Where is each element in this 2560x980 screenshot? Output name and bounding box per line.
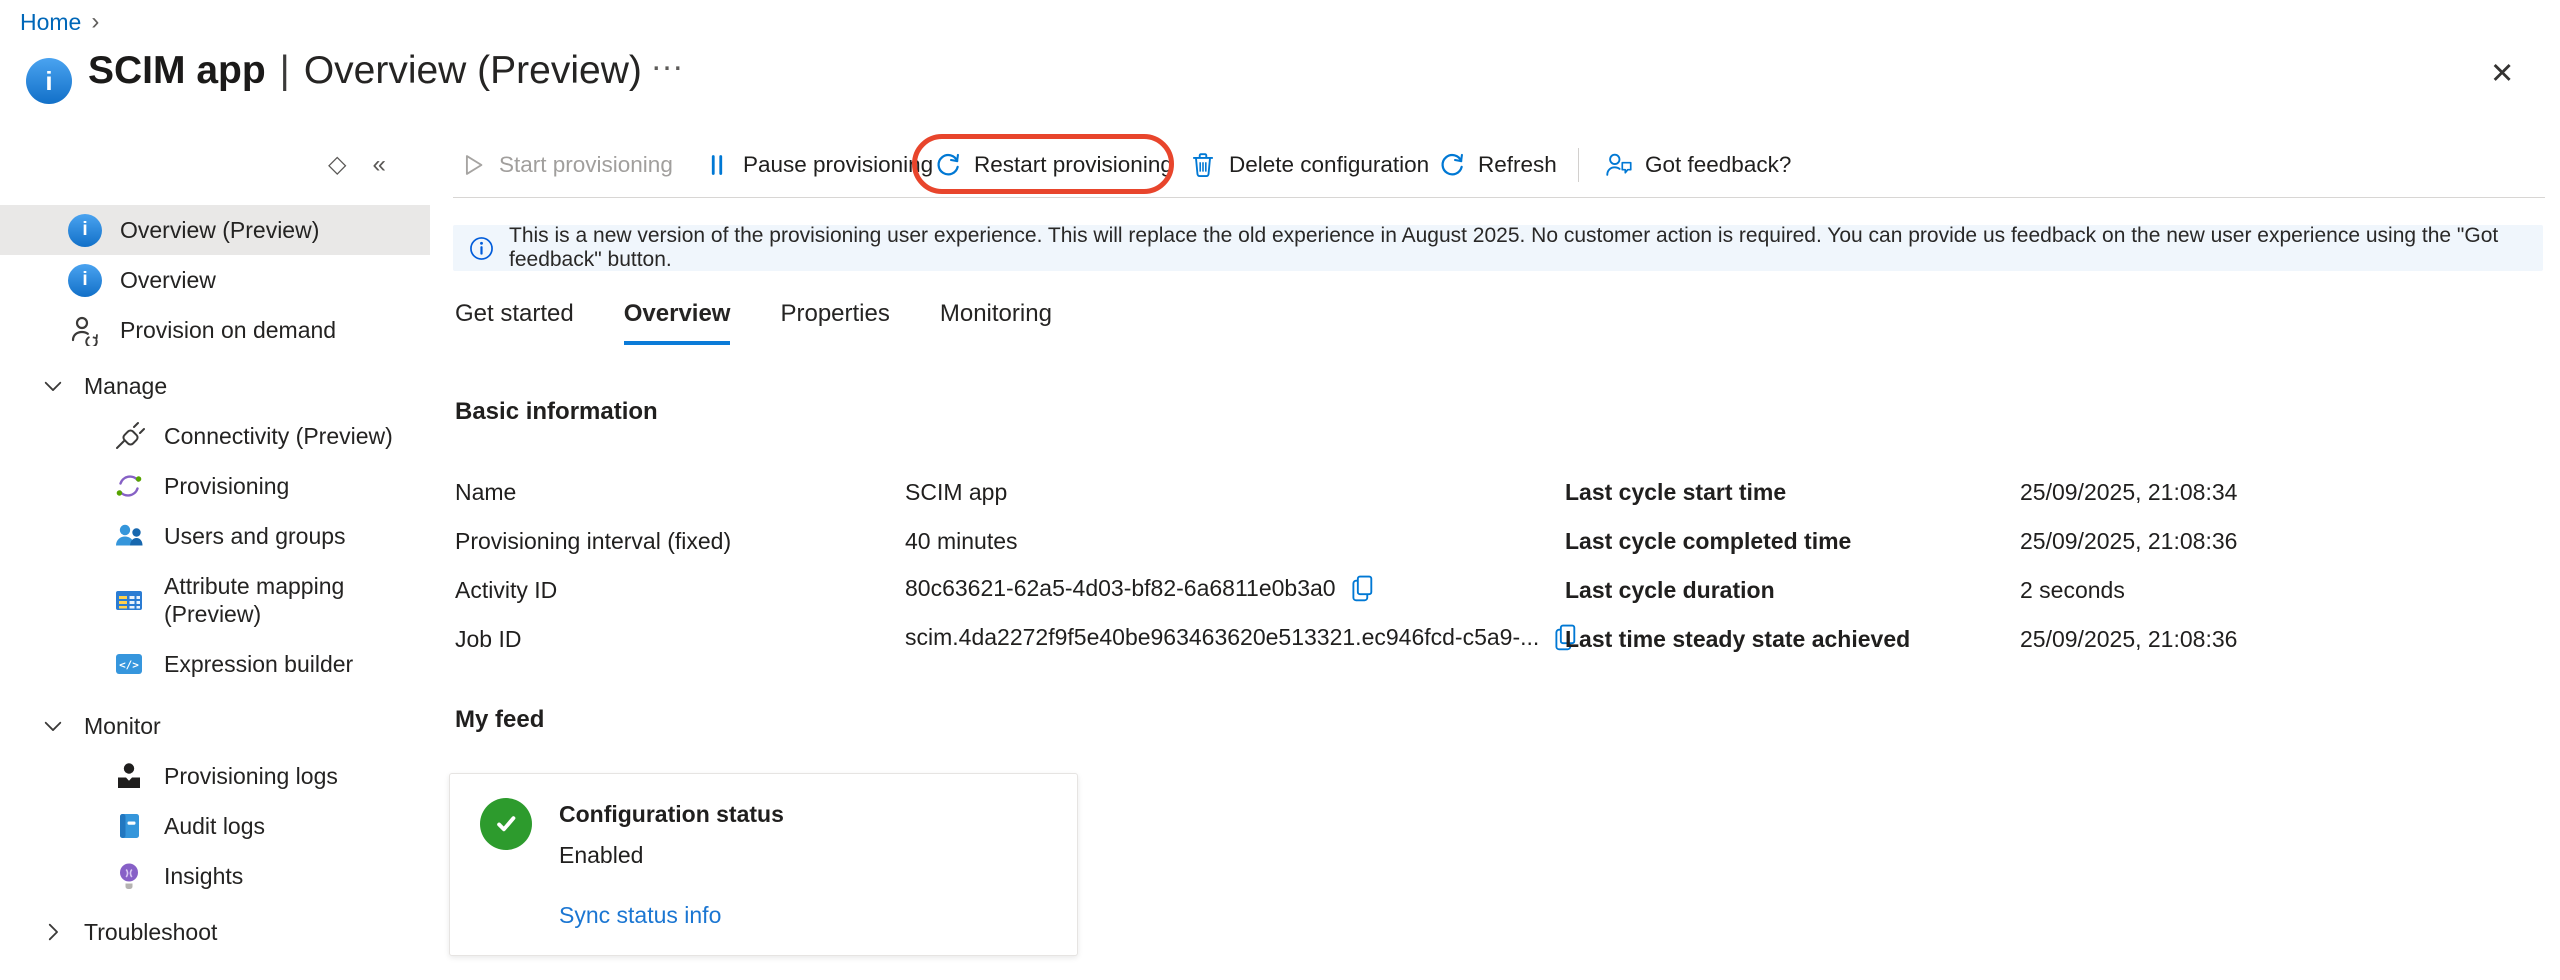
info-icon xyxy=(468,235,495,262)
banner-text: This is a new version of the provisionin… xyxy=(509,224,2543,272)
people-icon xyxy=(112,519,146,553)
info-icon: i xyxy=(68,214,102,247)
info-icon: i xyxy=(68,264,102,297)
plug-icon xyxy=(112,419,146,453)
basic-information-grid: Name SCIM app Provisioning interval (fix… xyxy=(455,479,2555,679)
restart-icon xyxy=(933,150,963,180)
svg-text:</>: </> xyxy=(119,659,139,672)
sidebar-item-attribute-mapping[interactable]: Attribute mapping (Preview) xyxy=(0,561,430,639)
sidebar-group-manage[interactable]: Manage xyxy=(0,361,430,411)
trash-icon xyxy=(1188,150,1218,180)
sidebar-controls: ◇ « xyxy=(328,150,386,179)
sidebar-item-audit-logs[interactable]: Audit logs xyxy=(0,801,430,851)
field-label: Last time steady state achieved xyxy=(1565,626,1910,653)
chevron-down-icon xyxy=(40,369,66,403)
my-feed-heading: My feed xyxy=(455,706,544,734)
breadcrumb: Home › xyxy=(20,8,99,36)
restart-provisioning-button[interactable]: Restart provisioning xyxy=(933,136,1173,194)
field-label: Provisioning interval (fixed) xyxy=(455,528,731,555)
field-value: scim.4da2272f9f5e40be963463620e513321.ec… xyxy=(905,624,1539,651)
pause-icon xyxy=(702,150,732,180)
field-value: 40 minutes xyxy=(905,528,1018,555)
info-banner: This is a new version of the provisionin… xyxy=(453,225,2543,271)
field-label: Last cycle completed time xyxy=(1565,528,1851,555)
field-value: 2 seconds xyxy=(2020,577,2125,604)
field-value: 25/09/2025, 21:08:36 xyxy=(2020,528,2237,555)
field-value: 80c63621-62a5-4d03-bf82-6a6811e0b3a0 xyxy=(905,575,1336,602)
sidebar-item-overview[interactable]: i Overview xyxy=(0,255,430,305)
sidebar-item-provisioning-logs[interactable]: Provisioning logs xyxy=(0,751,430,801)
field-value: 25/09/2025, 21:08:36 xyxy=(2020,626,2237,653)
refresh-button[interactable]: Refresh xyxy=(1437,136,1557,194)
delete-configuration-button[interactable]: Delete configuration xyxy=(1188,136,1429,194)
resize-menu-icon[interactable]: ◇ xyxy=(328,150,346,179)
tab-bar: Get started Overview Properties Monitori… xyxy=(455,300,1052,345)
field-label: Job ID xyxy=(455,626,521,653)
refresh-icon xyxy=(1437,150,1467,180)
status-value: Enabled xyxy=(559,842,643,869)
copy-icon[interactable] xyxy=(1349,574,1376,603)
sidebar-item-overview-preview[interactable]: i Overview (Preview) xyxy=(0,205,430,255)
play-icon xyxy=(458,150,488,180)
more-options-button[interactable]: … xyxy=(650,40,686,79)
field-value-group: scim.4da2272f9f5e40be963463620e513321.ec… xyxy=(905,623,1579,652)
app-info-icon: i xyxy=(26,58,72,104)
card-title: Configuration status xyxy=(559,801,784,828)
field-label: Last cycle duration xyxy=(1565,577,1775,604)
field-label: Activity ID xyxy=(455,577,557,604)
field-label: Last cycle start time xyxy=(1565,479,1786,506)
sidebar-group-monitor[interactable]: Monitor xyxy=(0,701,430,751)
tab-overview[interactable]: Overview xyxy=(624,300,731,345)
configuration-status-card: Configuration status Enabled Sync status… xyxy=(449,773,1078,956)
sidebar-item-provision-on-demand[interactable]: Provision on demand xyxy=(0,305,430,355)
sidebar-group-troubleshoot[interactable]: Troubleshoot xyxy=(0,907,430,957)
tab-properties[interactable]: Properties xyxy=(780,300,889,345)
breadcrumb-chevron-icon: › xyxy=(91,8,99,36)
table-icon xyxy=(112,583,146,617)
field-label: Name xyxy=(455,479,516,506)
success-check-icon xyxy=(480,798,532,850)
code-icon: </> xyxy=(112,647,146,681)
sync-cycle-icon xyxy=(112,469,146,503)
breadcrumb-home-link[interactable]: Home xyxy=(20,9,81,36)
page-title-text: Overview (Preview) xyxy=(304,49,642,92)
tab-monitoring[interactable]: Monitoring xyxy=(940,300,1052,345)
collapse-menu-icon[interactable]: « xyxy=(372,151,385,179)
sidebar-item-connectivity[interactable]: Connectivity (Preview) xyxy=(0,411,430,461)
sidebar-item-users-and-groups[interactable]: Users and groups xyxy=(0,511,430,561)
pause-provisioning-button[interactable]: Pause provisioning xyxy=(702,136,933,194)
page-title: SCIM app | Overview (Preview) xyxy=(88,46,642,96)
got-feedback-button[interactable]: Got feedback? xyxy=(1604,136,1791,194)
sidebar-item-expression-builder[interactable]: </> Expression builder xyxy=(0,639,430,689)
toolbar-separator xyxy=(1578,148,1579,182)
toolbar-divider xyxy=(453,197,2545,198)
title-separator: | xyxy=(280,49,290,92)
sidebar-item-provisioning[interactable]: Provisioning xyxy=(0,461,430,511)
person-sync-icon xyxy=(68,313,102,347)
feedback-icon xyxy=(1604,150,1634,180)
app-name: SCIM app xyxy=(88,49,266,92)
field-value: SCIM app xyxy=(905,479,1007,506)
lightbulb-icon xyxy=(112,859,146,893)
notebook-icon xyxy=(112,809,146,843)
sidebar-menu: i Overview (Preview) i Overview Provisio… xyxy=(0,205,430,957)
close-icon[interactable]: ✕ xyxy=(2490,56,2514,91)
sidebar-item-insights[interactable]: Insights xyxy=(0,851,430,901)
tab-get-started[interactable]: Get started xyxy=(455,300,574,345)
field-value-group: 80c63621-62a5-4d03-bf82-6a6811e0b3a0 xyxy=(905,574,1376,603)
chevron-right-icon xyxy=(40,915,66,949)
sync-status-info-link[interactable]: Sync status info xyxy=(559,902,721,929)
chevron-down-icon xyxy=(40,709,66,743)
basic-information-heading: Basic information xyxy=(455,398,658,426)
person-log-icon xyxy=(112,759,146,793)
field-value: 25/09/2025, 21:08:34 xyxy=(2020,479,2237,506)
start-provisioning-button[interactable]: Start provisioning xyxy=(458,136,673,194)
